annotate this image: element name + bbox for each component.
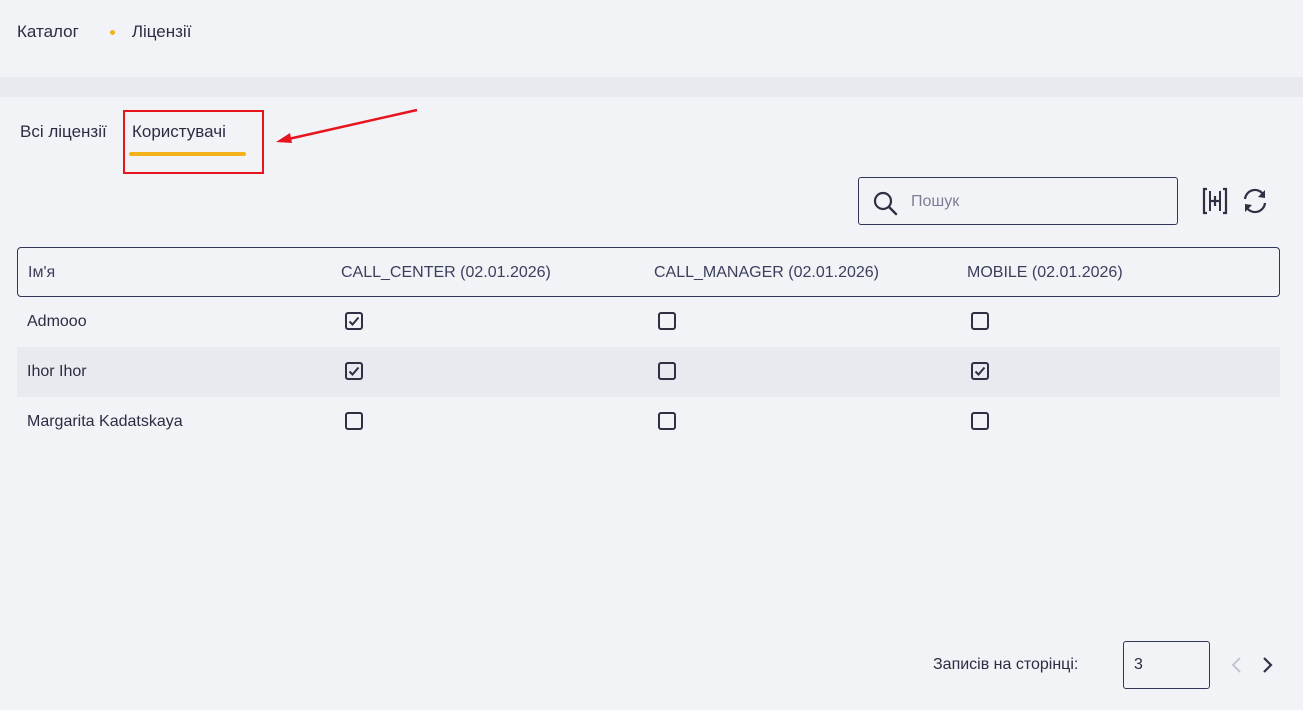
column-header-name[interactable]: Ім'я — [28, 264, 55, 282]
user-name: Ihor Ihor — [27, 363, 87, 380]
checkbox-call-center[interactable] — [345, 362, 363, 380]
table-row: Ihor Ihor — [17, 347, 1280, 397]
table-header: Ім'я CALL_CENTER (02.01.2026) CALL_MANAG… — [17, 247, 1280, 297]
table-row: Admooo — [17, 297, 1280, 347]
search-input[interactable] — [909, 188, 1168, 216]
rows-per-page-value: 3 — [1134, 656, 1143, 673]
breadcrumb: Каталог Ліцензії — [17, 22, 191, 42]
checkmark-icon — [348, 316, 360, 326]
annotation-arrow — [276, 108, 418, 143]
checkbox-mobile[interactable] — [971, 412, 989, 430]
checkbox-mobile[interactable] — [971, 312, 989, 330]
breadcrumb-catalog[interactable]: Каталог — [17, 22, 79, 42]
table-row: Margarita Kadatskaya — [17, 397, 1280, 447]
column-header-mobile[interactable]: MOBILE (02.01.2026) — [967, 264, 1123, 282]
rows-per-page-label: Записів на сторінці: — [933, 656, 1079, 673]
checkmark-icon — [348, 366, 360, 376]
search-icon — [873, 191, 898, 216]
column-header-call-manager[interactable]: CALL_MANAGER (02.01.2026) — [654, 264, 879, 282]
header-divider — [0, 77, 1303, 97]
chevron-left-icon[interactable] — [1229, 655, 1245, 675]
user-name: Admooo — [27, 313, 87, 330]
checkbox-call-center[interactable] — [345, 312, 363, 330]
checkbox-call-manager[interactable] — [658, 412, 676, 430]
annotation-highlight-box — [123, 110, 264, 174]
breadcrumb-separator-dot — [109, 29, 115, 35]
checkbox-call-center[interactable] — [345, 412, 363, 430]
users-licenses-table: Ім'я CALL_CENTER (02.01.2026) CALL_MANAG… — [17, 247, 1280, 447]
checkbox-call-manager[interactable] — [658, 362, 676, 380]
column-header-call-center[interactable]: CALL_CENTER (02.01.2026) — [341, 264, 551, 282]
top-bar: Каталог Ліцензії — [0, 0, 1303, 77]
search-box[interactable] — [858, 177, 1178, 225]
checkbox-call-manager[interactable] — [658, 312, 676, 330]
breadcrumb-licenses: Ліцензії — [131, 22, 192, 41]
chevron-right-icon[interactable] — [1259, 655, 1275, 675]
tab-all-licenses[interactable]: Всі ліцензії — [20, 122, 107, 142]
user-name: Margarita Kadatskaya — [27, 413, 183, 430]
checkbox-mobile[interactable] — [971, 362, 989, 380]
rows-per-page-input[interactable]: 3 — [1123, 641, 1210, 689]
checkmark-icon — [974, 366, 986, 376]
refresh-icon[interactable] — [1240, 186, 1270, 216]
add-column-icon[interactable] — [1201, 186, 1229, 216]
